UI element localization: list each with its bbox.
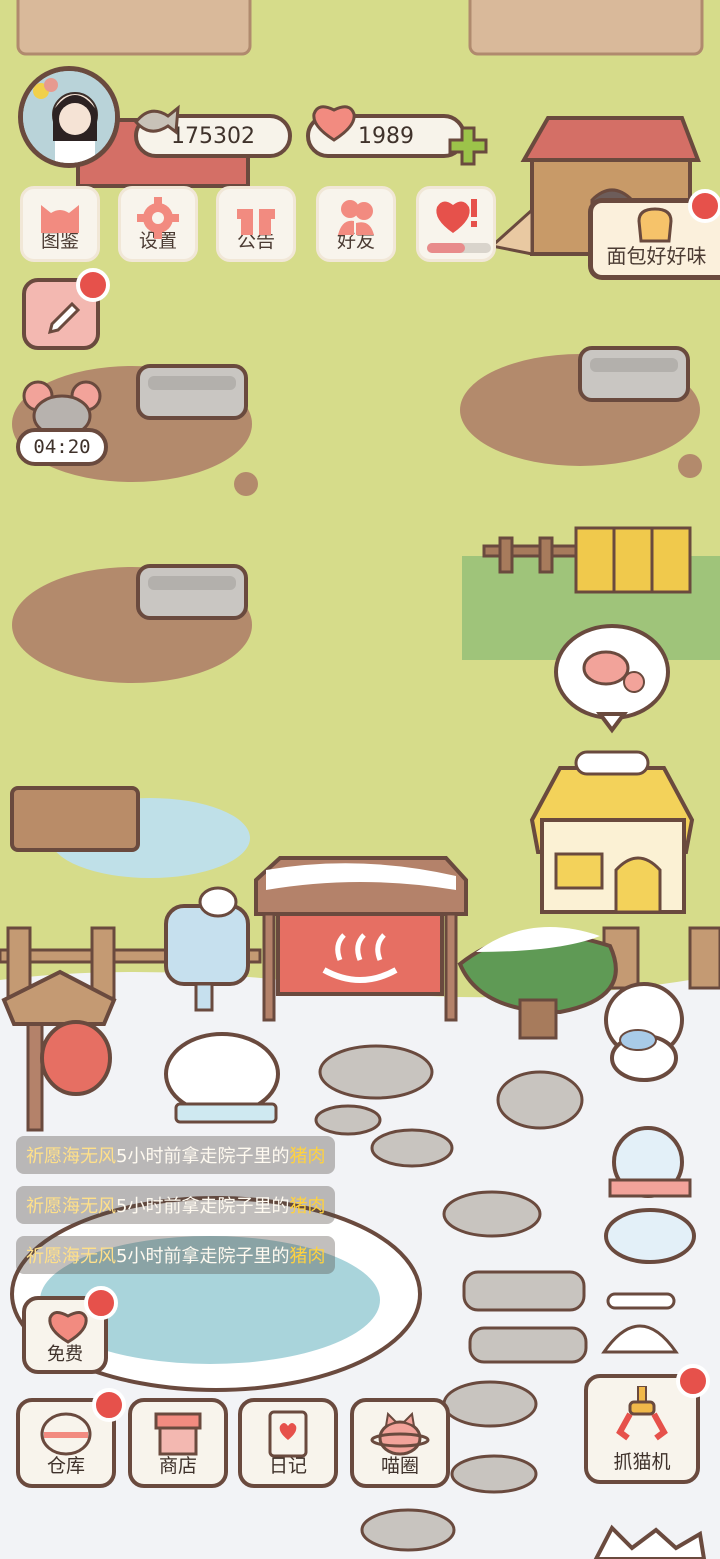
warehouse-notification-dot xyxy=(92,1388,126,1422)
task-notification-dot xyxy=(76,268,110,302)
gear-icon xyxy=(137,197,179,244)
heart-count: 1989 xyxy=(358,123,414,149)
cat-head-icon xyxy=(37,197,83,240)
bottom-button-shop[interactable]: 商店 xyxy=(128,1398,228,1488)
fish-currency-display: 175302 xyxy=(134,104,292,158)
activity-feed-line-1: 祈愿海无风 5小时前拿走院子里的 猪肉 xyxy=(16,1136,336,1174)
hot-spring-gate[interactable] xyxy=(254,856,468,1022)
feed-item: 猪肉 xyxy=(289,1246,326,1267)
gift-icon xyxy=(235,197,277,242)
event-notification-dot xyxy=(688,189,720,223)
claw-notification-dot xyxy=(676,1364,710,1398)
feed-user-name: 祈愿海无风 xyxy=(26,1146,116,1167)
claw-machine-label: 抓猫机 xyxy=(613,1451,671,1473)
feed-item: 猪肉 xyxy=(289,1146,326,1167)
bottom-button-diary[interactable]: 日记 xyxy=(238,1398,338,1488)
mouse-timer: 04:20 xyxy=(16,428,108,466)
feed-user-name: 祈愿海无风 xyxy=(26,1246,116,1267)
mouse-timer-text: 04:20 xyxy=(33,436,91,458)
heart-chat-icon xyxy=(431,197,481,242)
feed-message: 5小时前拿走院子里的 xyxy=(116,1246,290,1267)
event-sign-bread[interactable]: 面包好好味 xyxy=(588,189,720,280)
heart-face-icon xyxy=(46,1308,90,1349)
feed-message: 5小时前拿走院子里的 xyxy=(116,1196,290,1217)
menu-button-settings[interactable]: 设置 xyxy=(118,186,198,262)
fish-count: 175302 xyxy=(171,123,255,149)
bottom-button-cat-circle[interactable]: 喵圈 xyxy=(350,1398,450,1488)
friends-icon xyxy=(334,197,378,242)
snow-bear-pet[interactable] xyxy=(604,1126,696,1264)
warehouse-icon xyxy=(38,1408,94,1463)
fish-icon xyxy=(132,100,180,146)
feed-user-name: 祈愿海无风 xyxy=(26,1196,116,1217)
heart-face-icon xyxy=(310,102,358,148)
menu-button-catalog[interactable]: 图鉴 xyxy=(20,186,100,262)
add-hearts-button[interactable] xyxy=(448,126,488,172)
avatar-portrait xyxy=(23,71,115,163)
polar-bear-pet[interactable] xyxy=(604,982,684,1082)
stone-trough-2[interactable] xyxy=(578,346,690,402)
menu-button-friends[interactable]: 好友 xyxy=(316,186,396,262)
claw-machine-button[interactable]: 抓猫机 xyxy=(584,1364,710,1484)
stone-trough-3[interactable] xyxy=(136,564,248,620)
task-calendar-button[interactable] xyxy=(22,268,110,350)
shop-icon xyxy=(150,1408,206,1463)
menu-button-heart-chat[interactable] xyxy=(416,186,496,262)
doghouse-yellow[interactable] xyxy=(529,750,695,914)
claw-icon xyxy=(612,1385,672,1449)
stone-trough-1[interactable] xyxy=(136,364,248,420)
hay-bales[interactable] xyxy=(574,526,692,594)
pencil-icon xyxy=(44,298,84,342)
bottom-button-warehouse[interactable]: 仓库 xyxy=(16,1388,126,1488)
plus-icon xyxy=(448,126,488,166)
seal-pet[interactable] xyxy=(164,1032,280,1124)
feed-item: 猪肉 xyxy=(289,1196,326,1217)
free-reward-button[interactable]: 免费 xyxy=(22,1286,118,1374)
player-avatar[interactable] xyxy=(18,66,120,168)
diary-icon xyxy=(260,1408,316,1463)
free-notification-dot xyxy=(84,1286,118,1320)
activity-feed-line-3: 祈愿海无风 5小时前拿走院子里的 猪肉 xyxy=(16,1236,336,1274)
heart-currency-display: 1989 xyxy=(306,105,488,166)
mouse-icon xyxy=(22,380,102,438)
bread-icon xyxy=(635,207,675,248)
heart-chat-progress xyxy=(427,243,491,253)
feed-message: 5小时前拿走院子里的 xyxy=(116,1146,290,1167)
menu-button-announcement[interactable]: 公告 xyxy=(216,186,296,262)
cat-planet-icon xyxy=(370,1408,430,1463)
activity-feed-line-2: 祈愿海无风 5小时前拿走院子里的 猪肉 xyxy=(16,1186,336,1224)
